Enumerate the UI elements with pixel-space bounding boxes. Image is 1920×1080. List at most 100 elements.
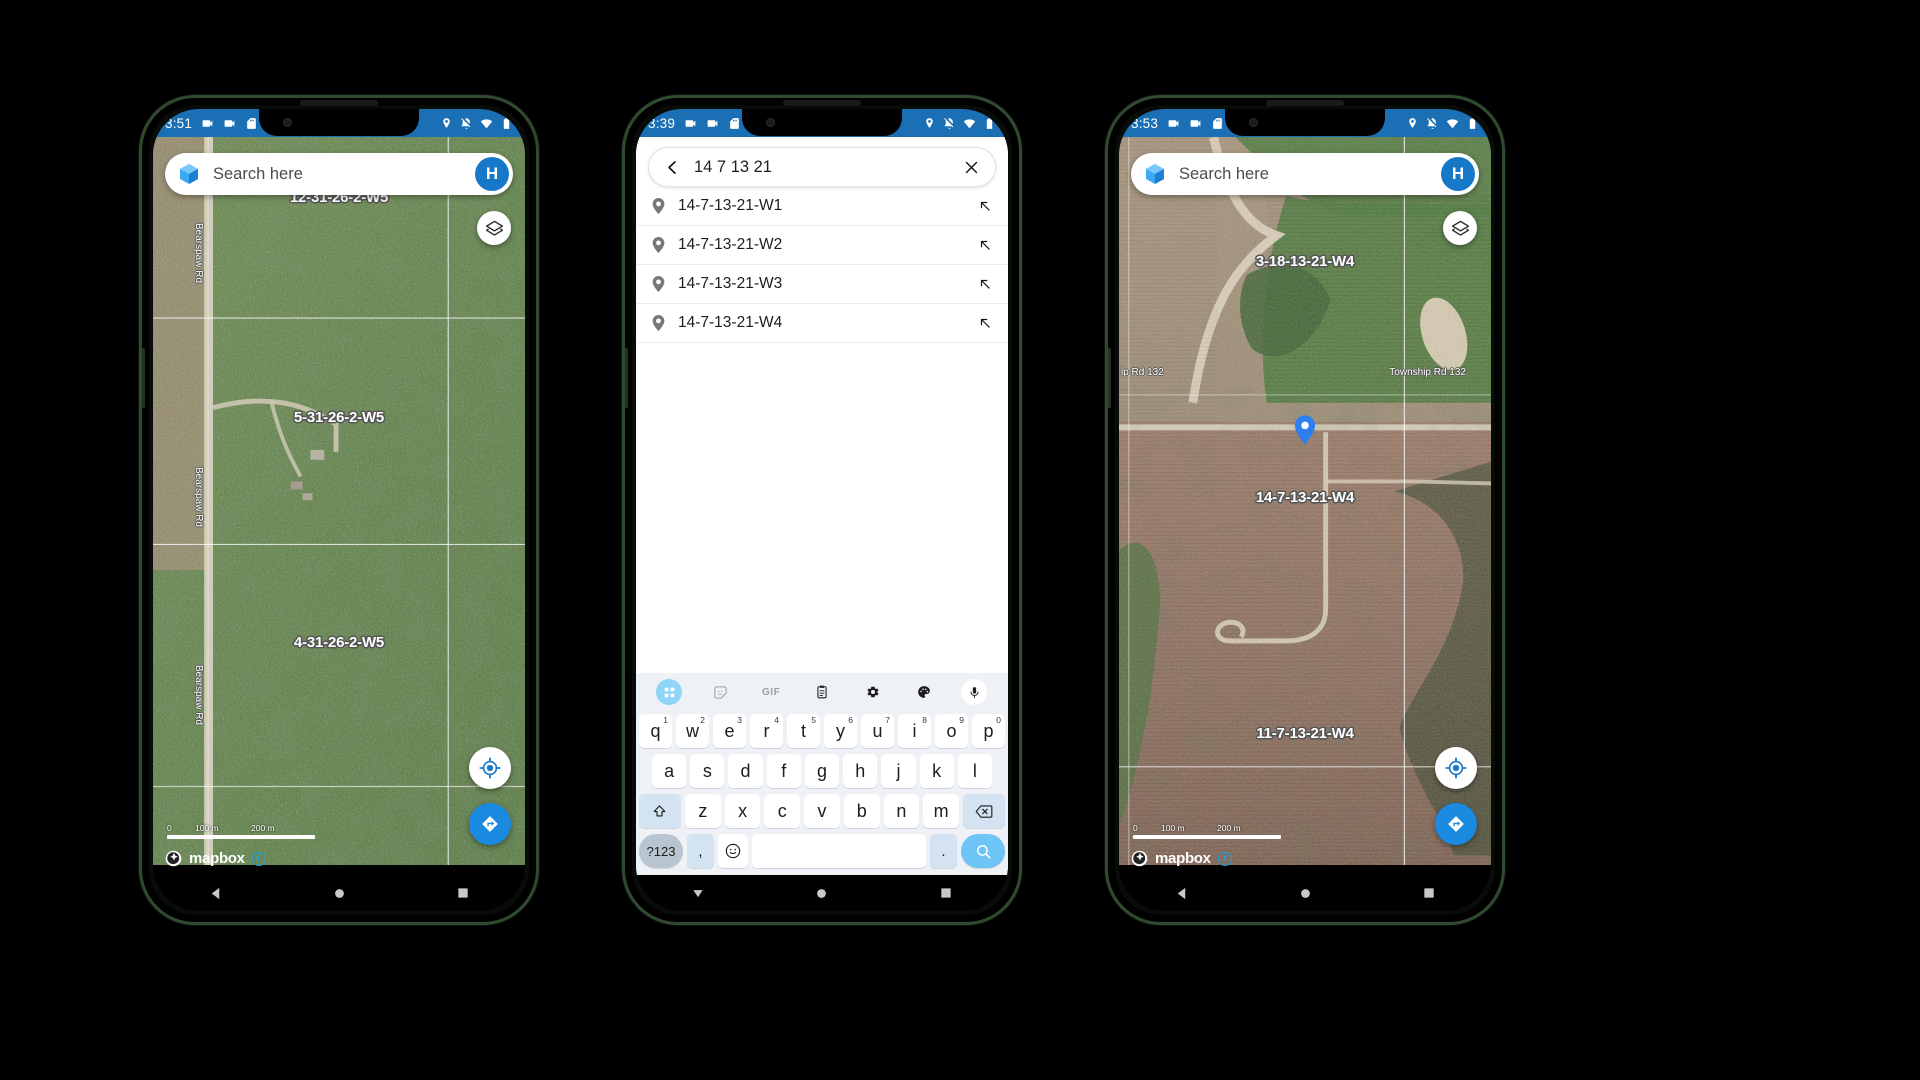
backspace-key[interactable] — [963, 794, 1006, 828]
key-t[interactable]: 5t — [787, 714, 820, 748]
key-label: c — [777, 800, 787, 821]
search-input[interactable]: 14 7 13 21 — [648, 147, 996, 187]
key-w[interactable]: 2w — [676, 714, 709, 748]
status-bar: 3:51 — [153, 109, 525, 137]
search-key[interactable] — [961, 834, 1005, 868]
recents-icon[interactable] — [939, 886, 953, 900]
locate-me-button[interactable] — [469, 747, 511, 789]
mapbox-attribution[interactable]: mapbox i — [165, 850, 266, 867]
scale-tick: 0 — [1133, 823, 1138, 833]
back-icon[interactable] — [1174, 886, 1189, 901]
volume-button[interactable] — [625, 348, 628, 408]
key-v[interactable]: v — [804, 794, 840, 828]
map-canvas[interactable]: Search here H — [1119, 137, 1491, 875]
key-u[interactable]: 7u — [861, 714, 894, 748]
arrow-up-left-icon[interactable] — [978, 199, 992, 213]
search-bar[interactable]: Search here H — [165, 153, 513, 195]
volume-button[interactable] — [142, 348, 145, 408]
home-icon[interactable] — [814, 886, 829, 901]
key-e[interactable]: 3e — [713, 714, 746, 748]
directions-icon — [482, 816, 498, 832]
sticker-icon[interactable] — [707, 679, 733, 705]
key-g[interactable]: g — [804, 754, 840, 788]
gear-icon[interactable] — [860, 679, 886, 705]
key-alt-label: 2 — [700, 715, 705, 725]
search-result-row[interactable]: 14-7-13-21-W2 — [636, 226, 1008, 265]
clipboard-icon[interactable] — [809, 679, 835, 705]
key-d[interactable]: d — [728, 754, 763, 788]
close-icon[interactable] — [964, 160, 979, 175]
search-result-row[interactable]: 14-7-13-21-W3 — [636, 265, 1008, 304]
key-o[interactable]: 9o — [935, 714, 968, 748]
home-icon[interactable] — [1298, 886, 1313, 901]
key-y[interactable]: 6y — [824, 714, 857, 748]
home-icon[interactable] — [332, 886, 347, 901]
key-b[interactable]: b — [843, 794, 880, 828]
symbols-key[interactable]: ?123 — [639, 834, 683, 868]
key-i[interactable]: 8i — [898, 714, 931, 748]
locate-me-button[interactable] — [1435, 747, 1477, 789]
recents-icon[interactable] — [456, 886, 470, 900]
key-c[interactable]: c — [764, 794, 801, 828]
search-result-row[interactable]: 14-7-13-21-W4 — [636, 304, 1008, 343]
arrow-up-left-icon[interactable] — [978, 238, 992, 252]
status-time: 3:53 — [1131, 115, 1159, 131]
key-j[interactable]: j — [881, 754, 916, 788]
search-result-row[interactable]: 14-7-13-21-W1 — [636, 187, 1008, 226]
theme-palette-icon[interactable] — [911, 679, 937, 705]
emoji-key[interactable] — [718, 834, 748, 868]
key-z[interactable]: z — [684, 794, 721, 828]
info-icon[interactable]: i — [251, 851, 266, 866]
key-label: v — [817, 800, 827, 821]
map-canvas[interactable]: Search here H — [153, 137, 525, 875]
key-l[interactable]: l — [957, 754, 992, 788]
key-label: l — [972, 760, 977, 781]
recents-icon[interactable] — [1422, 886, 1436, 900]
key-label: h — [855, 760, 866, 781]
key-h[interactable]: h — [843, 754, 878, 788]
key-s[interactable]: s — [690, 754, 725, 788]
battery-icon — [503, 117, 510, 129]
key-label: r — [763, 720, 770, 741]
key-q[interactable]: 1q — [639, 714, 672, 748]
volume-button[interactable] — [1108, 348, 1111, 408]
space-key[interactable] — [752, 834, 926, 868]
shift-key[interactable] — [638, 794, 681, 828]
display-notch — [742, 109, 902, 136]
key-x[interactable]: x — [724, 794, 761, 828]
search-placeholder: Search here — [1179, 164, 1269, 183]
info-icon[interactable]: i — [1217, 851, 1232, 866]
key-a[interactable]: a — [652, 754, 687, 788]
period-key[interactable]: . — [930, 834, 957, 868]
chevron-left-icon[interactable] — [665, 160, 680, 175]
avatar[interactable]: H — [1441, 157, 1475, 191]
avatar[interactable]: H — [475, 157, 509, 191]
layers-button[interactable] — [477, 211, 511, 245]
keyboard-down-icon[interactable] — [691, 886, 705, 900]
location-marker-pin[interactable] — [1294, 415, 1316, 450]
comma-key[interactable]: , — [687, 834, 714, 868]
mapbox-wordmark: mapbox — [1155, 850, 1211, 867]
directions-button[interactable] — [469, 803, 511, 845]
key-r[interactable]: 4r — [750, 714, 783, 748]
mapbox-attribution[interactable]: mapbox i — [1131, 850, 1232, 867]
grid-apps-icon[interactable] — [656, 679, 683, 705]
key-n[interactable]: n — [883, 794, 920, 828]
satellite-imagery — [153, 137, 525, 866]
key-p[interactable]: 0p — [972, 714, 1005, 748]
keyboard-toolbar: GIF — [636, 673, 1008, 711]
directions-button[interactable] — [1435, 803, 1477, 845]
arrow-up-left-icon[interactable] — [978, 316, 992, 330]
search-bar[interactable]: Search here H — [1131, 153, 1479, 195]
layers-button[interactable] — [1443, 211, 1477, 245]
key-m[interactable]: m — [923, 794, 960, 828]
key-alt-label: 9 — [959, 715, 964, 725]
back-icon[interactable] — [208, 886, 223, 901]
arrow-up-left-icon[interactable] — [978, 277, 992, 291]
key-k[interactable]: k — [919, 754, 954, 788]
key-f[interactable]: f — [766, 754, 801, 788]
microphone-icon[interactable] — [961, 679, 988, 705]
key-alt-label: 6 — [848, 715, 853, 725]
phone-middle-screen: 3:39 14 7 13 21 14-7-13-21-W1 14-7-13-21… — [636, 109, 1008, 911]
gif-icon[interactable]: GIF — [758, 679, 784, 705]
